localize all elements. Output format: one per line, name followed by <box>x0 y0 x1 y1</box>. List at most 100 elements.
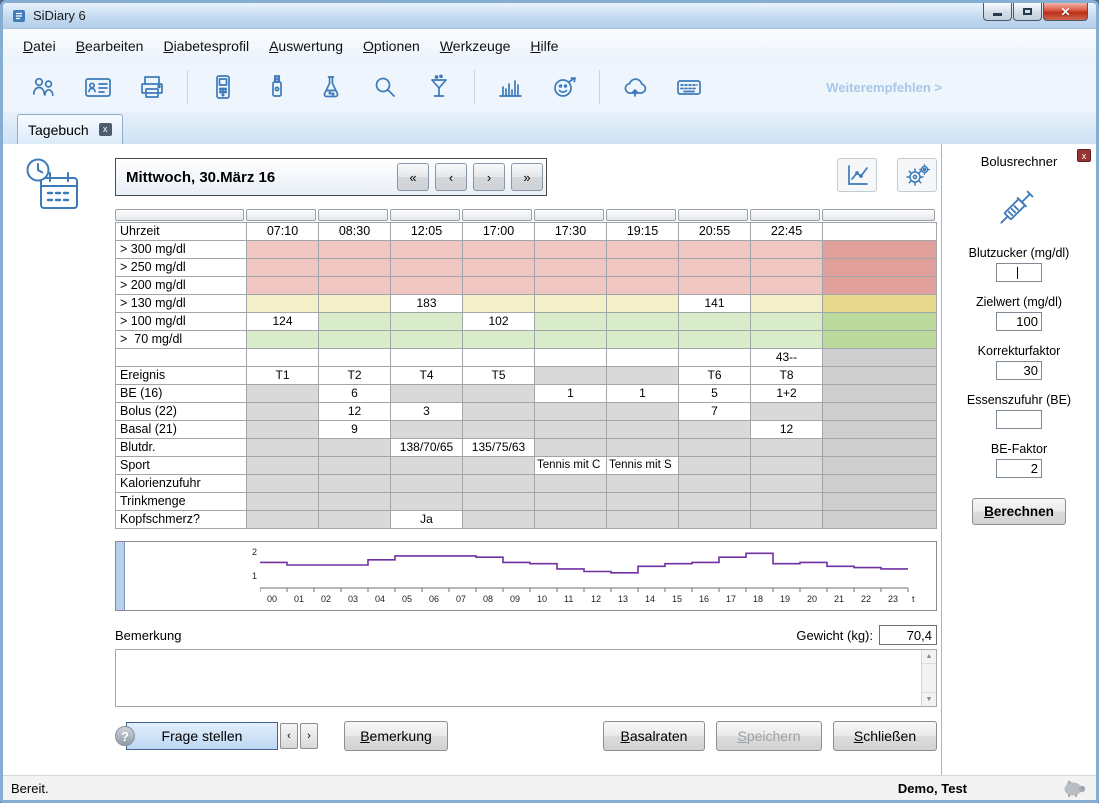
diary-cell[interactable] <box>535 331 607 349</box>
diary-cell[interactable] <box>679 511 751 529</box>
diary-cell[interactable] <box>391 421 463 439</box>
diary-cell[interactable] <box>535 421 607 439</box>
diary-cell[interactable] <box>463 331 535 349</box>
previous-day-button[interactable]: ‹ <box>435 163 467 191</box>
diary-cell[interactable]: T8 <box>751 367 823 385</box>
last-day-button[interactable]: » <box>511 163 543 191</box>
diary-cell[interactable] <box>751 277 823 295</box>
diary-cell[interactable]: 135/75/63 <box>463 439 535 457</box>
menu-item-datei[interactable]: Datei <box>13 33 66 59</box>
diary-cell[interactable] <box>679 277 751 295</box>
diary-cell[interactable] <box>247 475 319 493</box>
diary-cell[interactable]: 1+2 <box>751 385 823 403</box>
remark-scrollbar[interactable]: ▲ ▼ <box>921 650 936 706</box>
diary-cell[interactable] <box>247 241 319 259</box>
diary-cell[interactable] <box>751 475 823 493</box>
diary-cell[interactable] <box>247 457 319 475</box>
diary-cell[interactable] <box>247 331 319 349</box>
diary-cell[interactable] <box>679 457 751 475</box>
diary-cell[interactable]: Tennis mit C <box>535 457 607 475</box>
diary-cell[interactable] <box>247 403 319 421</box>
diary-cell[interactable] <box>679 313 751 331</box>
diary-cell[interactable] <box>607 439 679 457</box>
diary-cell[interactable] <box>607 493 679 511</box>
diary-cell[interactable] <box>247 511 319 529</box>
time-cell[interactable]: 08:30 <box>319 223 391 241</box>
diary-cell[interactable] <box>319 277 391 295</box>
diary-cell[interactable] <box>751 511 823 529</box>
diary-cell[interactable] <box>607 421 679 439</box>
diary-cell[interactable] <box>607 331 679 349</box>
diary-cell[interactable]: 7 <box>679 403 751 421</box>
menu-item-auswertung[interactable]: Auswertung <box>259 33 353 59</box>
diary-cell[interactable] <box>751 241 823 259</box>
be-faktor-input[interactable]: 2 <box>996 459 1042 478</box>
diary-cell[interactable]: 43-- <box>751 349 823 367</box>
diary-cell[interactable] <box>607 511 679 529</box>
diary-cell[interactable] <box>607 313 679 331</box>
toolbar-button-device[interactable] <box>250 68 304 106</box>
diary-cell[interactable]: T6 <box>679 367 751 385</box>
diary-cell[interactable] <box>463 349 535 367</box>
zielwert-input[interactable]: 100 <box>996 312 1042 331</box>
diary-cell[interactable] <box>391 313 463 331</box>
diary-cell[interactable] <box>247 493 319 511</box>
diary-cell[interactable] <box>679 241 751 259</box>
diary-cell[interactable]: 3 <box>391 403 463 421</box>
diary-cell[interactable]: 124 <box>247 313 319 331</box>
diary-cell[interactable] <box>319 349 391 367</box>
ask-question-button[interactable]: Frage stellen <box>126 722 278 750</box>
next-day-button[interactable]: › <box>473 163 505 191</box>
diary-cell[interactable] <box>463 457 535 475</box>
column-header[interactable] <box>462 209 532 221</box>
diary-cell[interactable]: Tennis mit S <box>607 457 679 475</box>
diary-cell[interactable]: T1 <box>247 367 319 385</box>
menu-item-werkzeuge[interactable]: Werkzeuge <box>430 33 521 59</box>
column-header[interactable] <box>246 209 316 221</box>
diary-cell[interactable] <box>247 295 319 313</box>
diary-cell[interactable] <box>463 493 535 511</box>
column-header[interactable] <box>318 209 388 221</box>
toolbar-button-lab[interactable] <box>304 68 358 106</box>
diary-cell[interactable]: 1 <box>535 385 607 403</box>
diary-cell[interactable] <box>463 403 535 421</box>
diary-cell[interactable] <box>319 511 391 529</box>
time-cell[interactable]: 20:55 <box>679 223 751 241</box>
diary-cell[interactable]: Ja <box>391 511 463 529</box>
diary-cell[interactable]: T2 <box>319 367 391 385</box>
first-day-button[interactable]: « <box>397 163 429 191</box>
toolbar-button-users[interactable] <box>17 68 71 106</box>
toolbar-button-statistics[interactable] <box>483 68 537 106</box>
diary-cell[interactable]: 102 <box>463 313 535 331</box>
blutzucker-input[interactable] <box>996 263 1042 282</box>
diary-cell[interactable] <box>535 313 607 331</box>
tab-close-icon[interactable]: x <box>99 123 112 136</box>
ask-prev-button[interactable]: ‹ <box>280 723 298 749</box>
diary-cell[interactable] <box>247 385 319 403</box>
menu-item-bearbeiten[interactable]: Bearbeiten <box>66 33 154 59</box>
diary-cell[interactable] <box>463 295 535 313</box>
toolbar-button-print[interactable] <box>125 68 179 106</box>
diary-cell[interactable] <box>319 295 391 313</box>
diary-cell[interactable]: 6 <box>319 385 391 403</box>
toolbar-button-search[interactable] <box>358 68 412 106</box>
diary-cell[interactable] <box>751 331 823 349</box>
diary-cell[interactable] <box>319 439 391 457</box>
remark-button[interactable]: Bemerkung <box>344 721 448 751</box>
diary-cell[interactable] <box>319 457 391 475</box>
remark-textarea[interactable] <box>116 650 920 706</box>
essenszufuhr-input[interactable] <box>996 410 1042 429</box>
diary-cell[interactable] <box>247 259 319 277</box>
ask-next-button[interactable]: › <box>300 723 318 749</box>
diary-cell[interactable]: 1 <box>607 385 679 403</box>
diary-cell[interactable]: 138/70/65 <box>391 439 463 457</box>
diary-cell[interactable] <box>319 493 391 511</box>
toolbar-button-meter[interactable] <box>196 68 250 106</box>
diary-cell[interactable] <box>535 475 607 493</box>
toolbar-button-profile[interactable] <box>71 68 125 106</box>
diary-cell[interactable] <box>391 277 463 295</box>
time-cell[interactable]: 17:30 <box>535 223 607 241</box>
diary-cell[interactable] <box>751 439 823 457</box>
panel-close-icon[interactable]: x <box>1077 149 1091 162</box>
maximize-button[interactable] <box>1013 3 1042 21</box>
